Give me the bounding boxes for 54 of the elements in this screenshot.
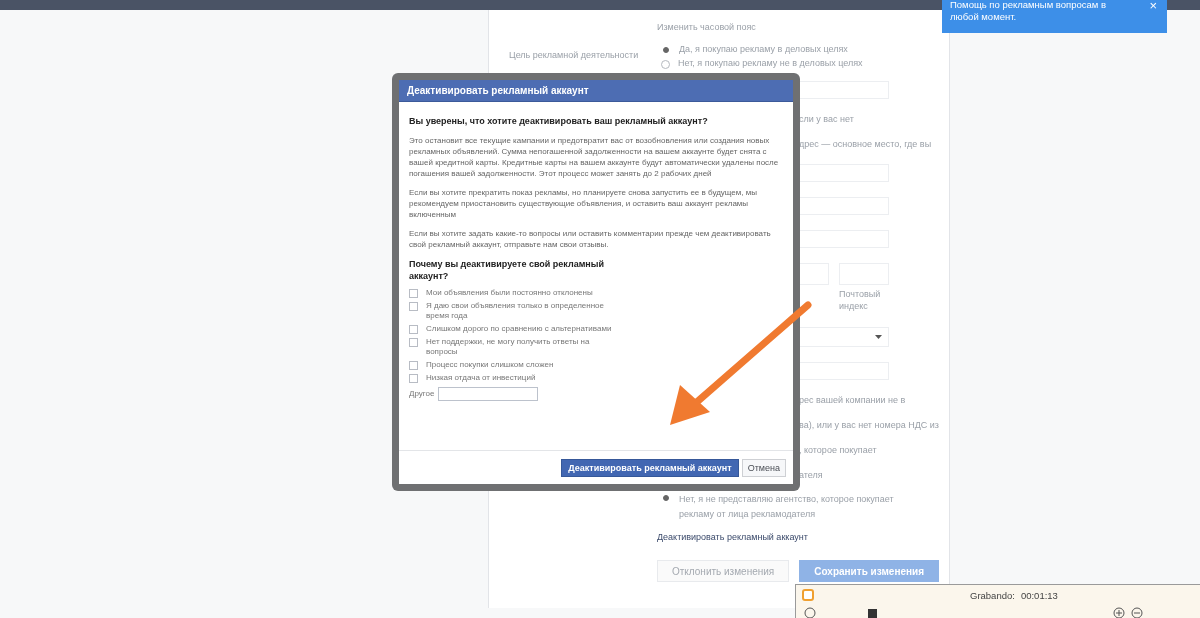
radio-label: Да, я покупаю рекламу в деловых целях [679, 44, 848, 54]
checkbox[interactable] [409, 338, 418, 347]
dropdown[interactable] [799, 327, 889, 347]
zoom-in-icon[interactable] [1113, 607, 1125, 618]
checkbox[interactable] [409, 289, 418, 298]
paragraph: Если вы хотите задать какие-то вопросы или оставить комментарии прежде чем деактивировать свой рекламный аккаунт, отправьте нам свои отзывы. [409, 228, 772, 250]
checkbox[interactable] [409, 374, 418, 383]
help-text: ва), или у вас нет номера НДС из [799, 420, 940, 430]
checkbox-label: Низкая отдача от инвестиций [426, 373, 537, 383]
radio-label: Нет, я покупаю рекламу не в деловых целях [678, 58, 863, 68]
change-timezone-link[interactable]: Изменить часовой пояс [657, 22, 756, 32]
zoom-out-icon[interactable] [1131, 607, 1143, 618]
input-field[interactable] [799, 81, 889, 99]
help-text: ателя [799, 470, 824, 480]
input-field[interactable] [799, 197, 889, 215]
caret-icon [875, 335, 882, 339]
checkbox-label: Мои объявления были постоянно отклонены [426, 288, 594, 298]
field-caption: Почтовый индекс [839, 288, 882, 312]
checkbox[interactable] [409, 361, 418, 370]
deactivate-account-link[interactable]: Деактивировать рекламный аккаунт [657, 532, 808, 542]
stop-icon[interactable] [868, 608, 877, 618]
dialog-title: Деактивировать рекламный аккаунт [399, 80, 793, 102]
help-text: , которое покупает [799, 445, 878, 455]
help-text: рес вашей компании не в [799, 395, 907, 405]
help-text: сли у вас нет [799, 114, 855, 124]
other-reason-field[interactable] [438, 387, 539, 401]
field-label: Другое [409, 389, 435, 399]
radio-button[interactable] [663, 47, 669, 53]
dialog-question: Вы уверены, что хотите деактивировать ваш рекламный аккаунт? [409, 116, 709, 126]
recording-time: 00:01:13 [1020, 589, 1058, 601]
checkbox-label: Слишком дорого по сравнению с альтернативами [426, 324, 613, 334]
paragraph: Если вы хотите прекратить показ рекламы, но планируете снова запустить ее в будущем, мы рекомендуем приостановить существующие объявления, и оставить ваш аккаунт рекламы включенным [409, 187, 758, 220]
record-icon [802, 589, 814, 601]
input-field[interactable] [799, 362, 889, 380]
checkbox-label: Процесс покупки слишком сложен [426, 360, 555, 370]
field-label: Цель рекламной деятельности [509, 50, 639, 60]
checkbox-label: Я даю свои объявления только в определенное время года [426, 301, 605, 321]
input-field[interactable] [799, 164, 889, 182]
cancel-button[interactable]: Отмена [741, 458, 786, 477]
section-heading: Почему вы деактивируете свой рекламный аккаунт? [409, 258, 606, 282]
radio-label: Нет, я не представляю агентство, которое покупает рекламу от лица рекламодателя [679, 493, 895, 521]
radio-button[interactable] [661, 60, 670, 69]
checkbox-label: Нет поддержки, не могу получить ответы на вопросы [426, 337, 591, 357]
checkbox[interactable] [409, 302, 418, 311]
input-field[interactable] [799, 263, 829, 285]
close-button[interactable]: × [1147, 0, 1159, 12]
deactivate-button[interactable]: Деактивировать рекламный аккаунт [561, 458, 739, 477]
recording-label: Grabando: [970, 589, 1015, 601]
paragraph: Это остановит все текущие кампании и предотвратит вас от возобновления или создания новых рекламных объявлений. Сумма непогашенной задолженности на вашем аккаунте будет снята с вашей кредитной карты. Кредитные карты на вашем аккаунте будут автоматически удалены после погашения вашей задолженности. Этот процесс может занять до 2 рабочих дней [409, 135, 780, 179]
radio-button[interactable] [663, 495, 669, 501]
save-button[interactable]: Сохранить изменения [799, 560, 940, 582]
tooltip-text: Помощь по рекламным вопросам в любой момент. [950, 0, 1108, 23]
input-field[interactable] [799, 230, 889, 248]
checkbox[interactable] [409, 325, 418, 334]
